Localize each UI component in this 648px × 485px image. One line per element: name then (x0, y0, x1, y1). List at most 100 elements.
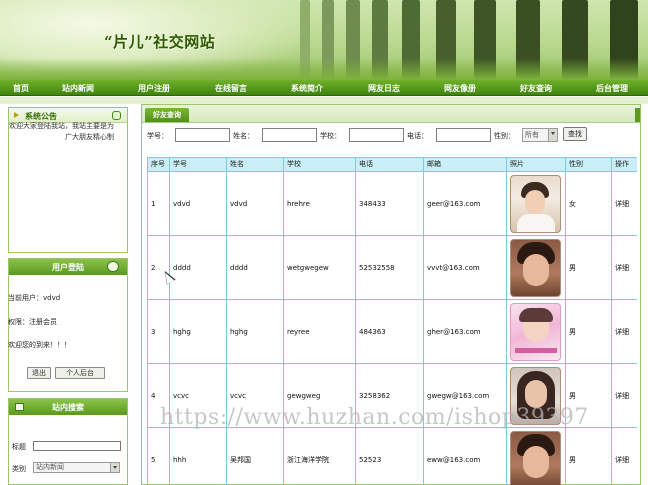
tab-friend-search[interactable]: 好友查询 (145, 108, 189, 122)
header-no: 序号 (148, 158, 170, 172)
cell-email: geer@163.com (424, 172, 507, 236)
cell-school: wetgwegew (284, 236, 356, 300)
friend-photo[interactable] (510, 430, 561, 485)
welcome-text: 欢迎您的到来！！！ (8, 341, 71, 349)
cell-phone: 52523 (356, 428, 424, 485)
cell-email: gher@163.com (424, 300, 507, 364)
header-photo: 照片 (507, 158, 566, 172)
header-phone: 电话 (356, 158, 424, 172)
cell-school: hrehre (284, 172, 356, 236)
header-action: 操作 (612, 158, 637, 172)
logout-button[interactable]: 退出 (27, 367, 51, 379)
banner-grass (0, 58, 648, 80)
search-title-label: 标题 (12, 443, 26, 451)
nav-item-news[interactable]: 站内新闻 (62, 83, 94, 94)
nav-item-home[interactable]: 首页 (13, 83, 29, 94)
detail-link[interactable]: 详细 (612, 236, 637, 300)
cell-photo (507, 236, 566, 300)
cell-no: 3 (148, 300, 170, 364)
cell-name: hghg (227, 300, 284, 364)
login-panel-header: 用户登陆 (9, 259, 127, 275)
search-category-select[interactable]: 站内新闻 (33, 462, 120, 473)
header-name: 姓名 (227, 158, 284, 172)
role-label: 权限： (8, 318, 29, 326)
cell-no: 5 (148, 428, 170, 485)
cell-no: 1 (148, 172, 170, 236)
site-title: “片儿”社交网站 (104, 33, 216, 51)
header-email: 邮箱 (424, 158, 507, 172)
cell-gender: 男 (566, 236, 612, 300)
filter-phone-label: 电话： (407, 132, 428, 140)
current-user-value: vdvd (43, 294, 61, 302)
chevron-down-icon (548, 129, 557, 141)
cell-photo (507, 300, 566, 364)
filter-gender-select[interactable]: 所有 (522, 128, 558, 142)
site-search-title: 站内搜索 (52, 403, 84, 412)
cell-photo (507, 428, 566, 485)
cell-email: vvvt@163.com (424, 236, 507, 300)
notice-text: 欢迎大家登陆我站，我站主要是为广大朋友精心制 (9, 122, 114, 141)
nav-item-guestbook[interactable]: 在线留言 (215, 83, 247, 94)
nav-item-about[interactable]: 系统简介 (291, 83, 323, 94)
filter-name-label: 姓名： (233, 132, 254, 140)
cell-gender: 男 (566, 428, 612, 485)
cell-student-id: hghg (170, 300, 227, 364)
nav-item-albums[interactable]: 网友像册 (444, 83, 476, 94)
role-line: 权限：注册会员 (8, 317, 57, 327)
filter-school-label: 学校： (320, 132, 341, 140)
search-category-label: 类别 (12, 465, 26, 473)
detail-link[interactable]: 详细 (612, 172, 637, 236)
detail-link[interactable]: 详细 (612, 300, 637, 364)
header-school: 学校 (284, 158, 356, 172)
cell-school: 浙江海洋学院 (284, 428, 356, 485)
main-nav: 首页 站内新闻 用户注册 在线留言 系统简介 网友日志 网友像册 好友查询 后台… (0, 80, 648, 96)
cell-name: 吴邦国 (227, 428, 284, 485)
header-edge (635, 108, 640, 122)
search-category-value: 站内新闻 (36, 463, 64, 471)
friends-table: 序号 学号 姓名 学校 电话 邮箱 照片 性别 操作 1 vdvd vdvd h… (147, 157, 637, 485)
filter-gender-value: 所有 (525, 131, 539, 139)
header-gender: 性别 (566, 158, 612, 172)
filter-student-id-label: 学号： (147, 132, 168, 140)
filter-phone-input[interactable] (436, 128, 491, 142)
cell-no: 2 (148, 236, 170, 300)
cell-gender: 女 (566, 172, 612, 236)
friend-photo[interactable] (510, 174, 561, 233)
cell-student-id: vdvd (170, 172, 227, 236)
personal-backend-button[interactable]: 个人后台 (55, 367, 105, 379)
role-value: 注册会员 (29, 318, 57, 326)
cell-name: dddd (227, 236, 284, 300)
cell-student-id: dddd (170, 236, 227, 300)
current-user-line: 当前用户：vdvd (8, 293, 60, 303)
cell-phone: 52532558 (356, 236, 424, 300)
query-button[interactable]: 查找 (563, 127, 587, 141)
nav-item-admin[interactable]: 后台管理 (596, 83, 628, 94)
search-title-input[interactable] (33, 441, 121, 451)
cell-name: vdvd (227, 172, 284, 236)
chevron-down-icon (110, 463, 119, 472)
friend-photo[interactable] (510, 302, 561, 361)
filter-school-input[interactable] (349, 128, 404, 142)
nav-shadow-strip (0, 97, 648, 104)
cell-school: reyree (284, 300, 356, 364)
refresh-icon (112, 111, 121, 120)
cell-email: eww@163.com (424, 428, 507, 485)
site-search-header: 站内搜索 (9, 399, 127, 415)
cell-student-id: hhh (170, 428, 227, 485)
filter-student-id-input[interactable] (175, 128, 230, 142)
cell-photo (507, 172, 566, 236)
current-user-label: 当前用户： (8, 294, 43, 302)
filter-gender-label: 性别： (494, 132, 515, 140)
nav-item-friend-search[interactable]: 好友查询 (520, 83, 552, 94)
cell-phone: 484363 (356, 300, 424, 364)
friend-search-header: 好友查询 (142, 105, 640, 123)
filter-name-input[interactable] (262, 128, 317, 142)
detail-link[interactable]: 详细 (612, 364, 637, 428)
detail-link[interactable]: 详细 (612, 428, 637, 485)
watermark-text: https://www.huzhan.com/ishop39397 (160, 405, 589, 430)
nav-item-blogs[interactable]: 网友日志 (368, 83, 400, 94)
site-banner: “片儿”社交网站 (0, 0, 648, 80)
friend-photo[interactable] (510, 238, 561, 297)
nav-item-register[interactable]: 用户注册 (138, 83, 170, 94)
user-icon (107, 261, 119, 272)
